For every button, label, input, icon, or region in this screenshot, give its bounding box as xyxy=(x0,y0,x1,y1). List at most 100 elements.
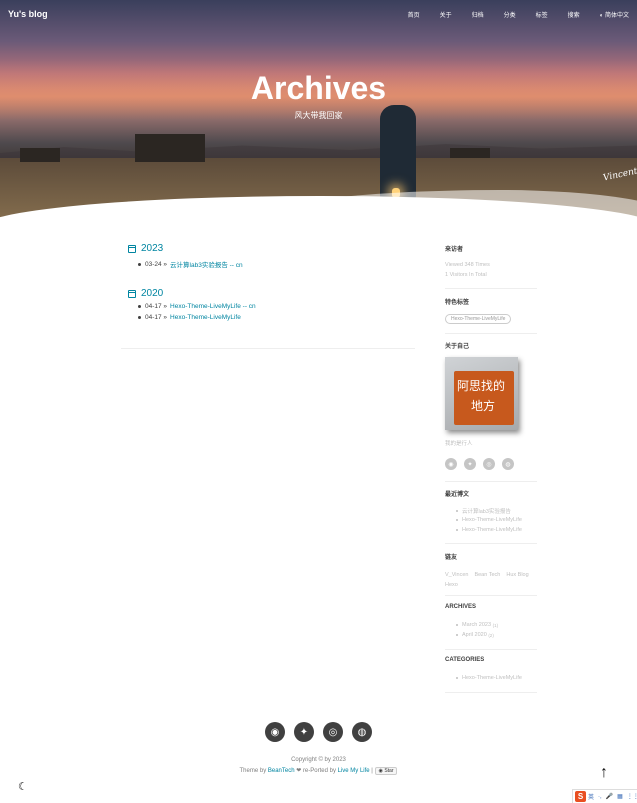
nav-categories[interactable]: 分类 xyxy=(504,10,516,19)
building xyxy=(450,148,490,158)
divider xyxy=(445,288,537,289)
credits: Theme by BeanTech ❤ re-Ported by Live My… xyxy=(0,767,637,775)
friend-link[interactable]: Bean Tech xyxy=(474,572,500,578)
site-brand[interactable]: Yu's blog xyxy=(8,9,48,19)
page-title: Archives xyxy=(250,70,387,106)
instagram-icon[interactable]: ◎ xyxy=(483,458,495,470)
friend-link[interactable]: V_Vincen xyxy=(445,572,468,578)
post-link[interactable]: Hexo-Theme-LiveMyLife -- cn xyxy=(170,303,256,310)
language-label: 简体中文 xyxy=(604,13,629,19)
about-photo: 阿思找的 地方 xyxy=(445,357,518,430)
recent-posts-heading: 最近博文 xyxy=(445,492,470,498)
microphone-icon[interactable]: 🎤 xyxy=(606,793,613,800)
twitter-icon[interactable]: ✦ xyxy=(294,722,314,742)
github-icon[interactable]: ◉ xyxy=(265,722,285,742)
github-icon[interactable]: ◉ xyxy=(445,458,457,470)
visitor-count: 1 Visitors In Total xyxy=(445,272,487,278)
friends-links: V_Vincen Bean Tech Hux Blog Hexo xyxy=(445,570,545,590)
nav-home[interactable]: 首页 xyxy=(408,10,420,19)
building xyxy=(20,148,60,162)
github-star-button[interactable]: ◉ Star xyxy=(374,767,398,775)
recent-post-item[interactable]: 云计算lab3实验报告 xyxy=(456,507,511,515)
tag-pill[interactable]: Hexo-Theme-LiveMyLife xyxy=(445,314,512,324)
livemylife-link[interactable]: Live My Life xyxy=(338,768,370,774)
divider xyxy=(445,333,537,334)
heart-icon: ❤ xyxy=(296,768,302,774)
top-nav: 首页 关于 归档 分类 标签 搜索 ◐ 简体中文 xyxy=(388,10,629,19)
post-date: 04-17 xyxy=(145,314,162,321)
weibo-icon[interactable]: ◍ xyxy=(352,722,372,742)
friend-link[interactable]: Hexo xyxy=(445,582,458,588)
ime-mode[interactable]: 英 xyxy=(588,792,594,801)
divider xyxy=(445,543,537,544)
archive-month-count: (2) xyxy=(488,632,494,638)
weibo-icon[interactable]: ◍ xyxy=(502,458,514,470)
divider xyxy=(445,595,537,596)
bullet xyxy=(456,510,458,512)
archive-month-item[interactable]: April 2020 (2) xyxy=(456,632,494,638)
recent-post-link[interactable]: Hexo-Theme-LiveMyLife xyxy=(462,527,522,533)
year-label: 2020 xyxy=(141,288,164,299)
nav-archives[interactable]: 归档 xyxy=(472,10,484,19)
bullet xyxy=(456,529,458,531)
divider xyxy=(445,481,537,482)
calendar-icon xyxy=(128,244,136,253)
sidebar-social-icons: ◉ ✦ ◎ ◍ xyxy=(445,458,521,470)
post-date: 03-24 xyxy=(145,260,162,268)
post-date: 04-17 xyxy=(145,303,162,310)
post-link[interactable]: Hexo-Theme-LiveMyLife xyxy=(170,314,241,321)
footer-social-icons: ◉ ✦ ◎ ◍ xyxy=(265,722,381,742)
category-item[interactable]: Hexo-Theme-LiveMyLife xyxy=(456,675,522,681)
github-icon: ◉ xyxy=(378,768,383,774)
nav-language[interactable]: ◐ 简体中文 xyxy=(600,10,629,19)
recent-post-item[interactable]: Hexo-Theme-LiveMyLife xyxy=(456,517,522,523)
photo-text: 阿思找的 xyxy=(457,379,506,393)
archives-heading: ARCHIVES xyxy=(445,604,477,610)
viewed-count: Viewed 348 Times xyxy=(445,262,490,268)
theme-by-label: Theme by xyxy=(239,768,267,774)
beantech-link[interactable]: BeanTech xyxy=(268,768,295,774)
archive-month-item[interactable]: March 2023 (1) xyxy=(456,622,498,628)
twitter-icon[interactable]: ✦ xyxy=(464,458,476,470)
recent-post-item[interactable]: Hexo-Theme-LiveMyLife xyxy=(456,527,522,533)
divider xyxy=(445,649,537,650)
friends-heading: 链友 xyxy=(445,555,458,561)
sogou-logo-icon: S xyxy=(575,791,586,802)
photo-text: 地方 xyxy=(471,399,496,413)
instagram-icon[interactable]: ◎ xyxy=(323,722,343,742)
category-link[interactable]: Hexo-Theme-LiveMyLife xyxy=(462,675,522,681)
nav-search[interactable]: 搜索 xyxy=(568,10,580,19)
archive-month-count: (1) xyxy=(492,622,499,628)
bullet xyxy=(456,519,458,521)
year-heading-2020: 2020 xyxy=(128,288,163,299)
about-heading: 关于自己 xyxy=(445,344,470,350)
bullet xyxy=(138,262,141,266)
archive-month-link[interactable]: March 2023 xyxy=(462,622,491,628)
post-link[interactable]: 云计算lab3实验报告 -- cn xyxy=(170,259,243,269)
grid-icon[interactable]: ⋮⋮ xyxy=(627,793,637,800)
star-label: Star xyxy=(384,768,394,774)
bullet xyxy=(456,624,458,626)
year-label: 2023 xyxy=(141,243,164,254)
dark-mode-toggle-icon[interactable]: ☾ xyxy=(18,780,28,793)
about-text: 我的是行人 xyxy=(445,441,473,447)
keyboard-icon[interactable]: ▦ xyxy=(617,793,623,800)
year-heading-2023: 2023 xyxy=(128,243,163,254)
ime-punctuation[interactable]: ·, xyxy=(598,794,602,800)
calendar-icon xyxy=(128,289,136,298)
archive-month-link[interactable]: April 2020 xyxy=(462,632,487,638)
categories-heading: CATEGORIES xyxy=(445,657,485,663)
nav-tags[interactable]: 标签 xyxy=(536,10,548,19)
nav-about[interactable]: 关于 xyxy=(440,10,452,19)
bullet xyxy=(456,677,458,679)
back-to-top-icon[interactable]: ↑ xyxy=(600,764,608,782)
copyright: Copyright © by 2023 xyxy=(291,757,346,763)
ime-toolbar: S 英 ·, 🎤 ▦ ⋮⋮ xyxy=(572,789,637,803)
recent-post-link[interactable]: 云计算lab3实验报告 xyxy=(462,507,511,515)
list-item: 04-17 » Hexo-Theme-LiveMyLife xyxy=(138,314,241,321)
recent-post-link[interactable]: Hexo-Theme-LiveMyLife xyxy=(462,517,522,523)
divider xyxy=(121,348,415,349)
building xyxy=(135,134,205,162)
friend-link[interactable]: Hux Blog xyxy=(506,572,528,578)
divider xyxy=(445,692,537,693)
